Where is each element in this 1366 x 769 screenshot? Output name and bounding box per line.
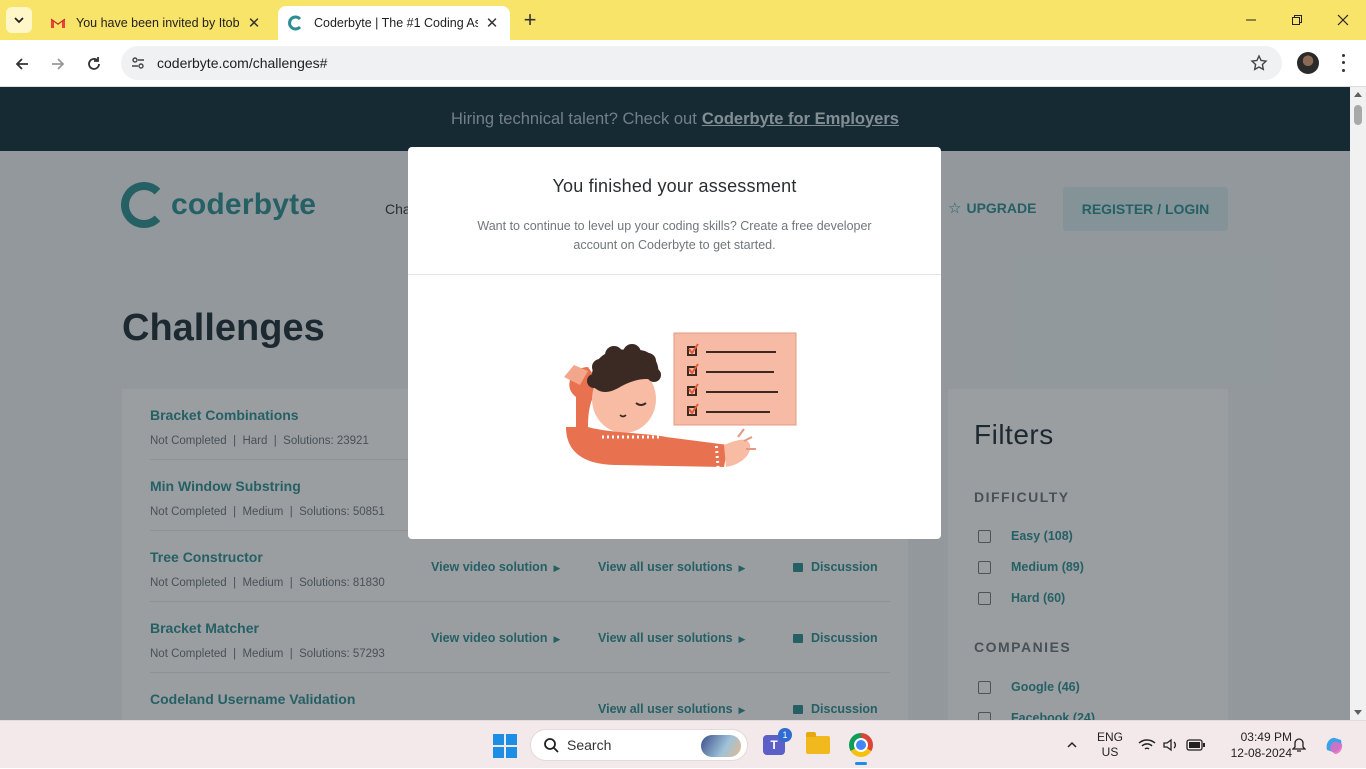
tab-gmail[interactable]: You have been invited by Itobuz ✕ [40,6,272,40]
new-tab-button[interactable]: + [518,7,542,32]
minimize-icon [1246,19,1256,21]
clock-time: 03:49 PM [1240,730,1292,744]
coderbyte-icon [288,15,304,31]
tab-title: You have been invited by Itobuz [76,16,240,30]
scrollbar-thumb[interactable] [1354,105,1362,125]
system-status-area[interactable] [1137,721,1207,769]
clock[interactable]: 03:49 PM 12-08-2024 [1212,721,1292,769]
notifications-button[interactable] [1288,721,1310,769]
tab-coderbyte[interactable]: Coderbyte | The #1 Coding Assessment ✕ [278,6,510,40]
search-highlight-image [701,735,741,757]
notification-badge: 1 [778,728,792,742]
browser-tab-bar: You have been invited by Itobuz ✕ Coderb… [0,0,1366,40]
close-icon [1337,14,1349,26]
page-scrollbar[interactable] [1350,87,1366,720]
wifi-icon [1138,739,1156,750]
restore-button[interactable] [1274,0,1320,40]
forward-button[interactable] [44,50,72,78]
taskbar-search[interactable]: Search [530,729,748,761]
volume-icon [1163,738,1176,752]
tab-search-button[interactable] [6,7,32,33]
bell-icon [1292,738,1306,752]
url-text: coderbyte.com/challenges# [157,55,328,71]
modal-subtitle: Want to continue to level up your coding… [477,219,872,252]
address-bar[interactable]: coderbyte.com/challenges# [121,46,1282,80]
arrow-left-icon [15,58,28,70]
copilot-icon [1326,737,1343,754]
restore-icon [1292,15,1302,25]
battery-icon [1186,739,1205,751]
tab-title: Coderbyte | The #1 Coding Assessment [314,16,478,30]
search-icon [544,738,559,753]
close-tab-icon[interactable]: ✕ [246,15,262,32]
browser-menu-icon[interactable] [1336,52,1350,74]
close-window-button[interactable] [1320,0,1366,40]
assessment-finished-modal: You finished your assessment Want to con… [408,147,941,539]
minimize-button[interactable] [1228,0,1274,40]
teams-app[interactable]: T 1 [756,727,792,763]
chrome-icon [849,733,873,757]
modal-title: You finished your assessment [552,176,797,196]
windows-start-icon[interactable] [493,734,517,758]
chrome-app[interactable] [843,727,879,765]
file-explorer-app[interactable] [800,727,836,763]
show-hidden-icons[interactable] [1060,721,1084,769]
site-settings-icon[interactable] [121,46,155,80]
back-button[interactable] [8,50,36,78]
profile-avatar[interactable] [1297,52,1319,74]
search-label: Search [567,737,612,753]
browser-toolbar: coderbyte.com/challenges# [0,40,1366,87]
folder-icon [806,732,830,754]
scroll-up-arrow-icon[interactable] [1354,92,1362,97]
arrow-right-icon [52,58,65,70]
page-viewport: Hiring technical talent? Check out Coder… [0,87,1350,720]
chevron-down-icon [14,17,24,24]
reload-icon [88,57,100,70]
keyboard-region: US [1101,745,1119,759]
windows-taskbar: Search T 1 ENG US 03:49 PM 12-08-2024 [0,720,1366,768]
copilot-button[interactable] [1320,721,1348,769]
checklist-illustration [564,332,797,468]
chevron-up-icon [1067,741,1077,748]
language-indicator[interactable]: ENG US [1092,721,1128,769]
gmail-icon [50,15,66,31]
close-tab-icon[interactable]: ✕ [484,15,500,32]
scroll-down-arrow-icon[interactable] [1354,710,1362,715]
language-code: ENG [1096,730,1123,744]
reload-button[interactable] [80,50,108,78]
modal-divider [408,274,941,275]
clock-date: 12-08-2024 [1230,746,1292,760]
bookmark-star-icon[interactable] [1250,54,1268,72]
